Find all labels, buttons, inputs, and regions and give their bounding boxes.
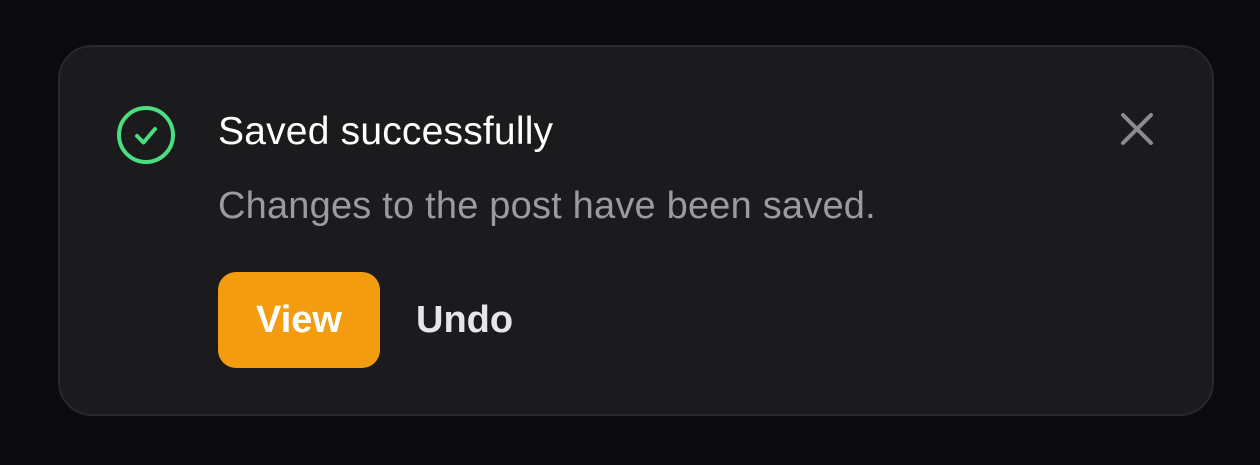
toast-actions: View Undo <box>218 272 513 368</box>
view-button[interactable]: View <box>218 272 380 368</box>
check-circle-icon <box>116 105 176 165</box>
toast-title: Saved successfully <box>218 110 554 153</box>
toast-message: Changes to the post have been saved. <box>218 185 876 227</box>
close-icon[interactable] <box>1118 110 1156 148</box>
toast-notification: Saved successfully Changes to the post h… <box>58 45 1214 416</box>
undo-button[interactable]: Undo <box>416 272 513 368</box>
